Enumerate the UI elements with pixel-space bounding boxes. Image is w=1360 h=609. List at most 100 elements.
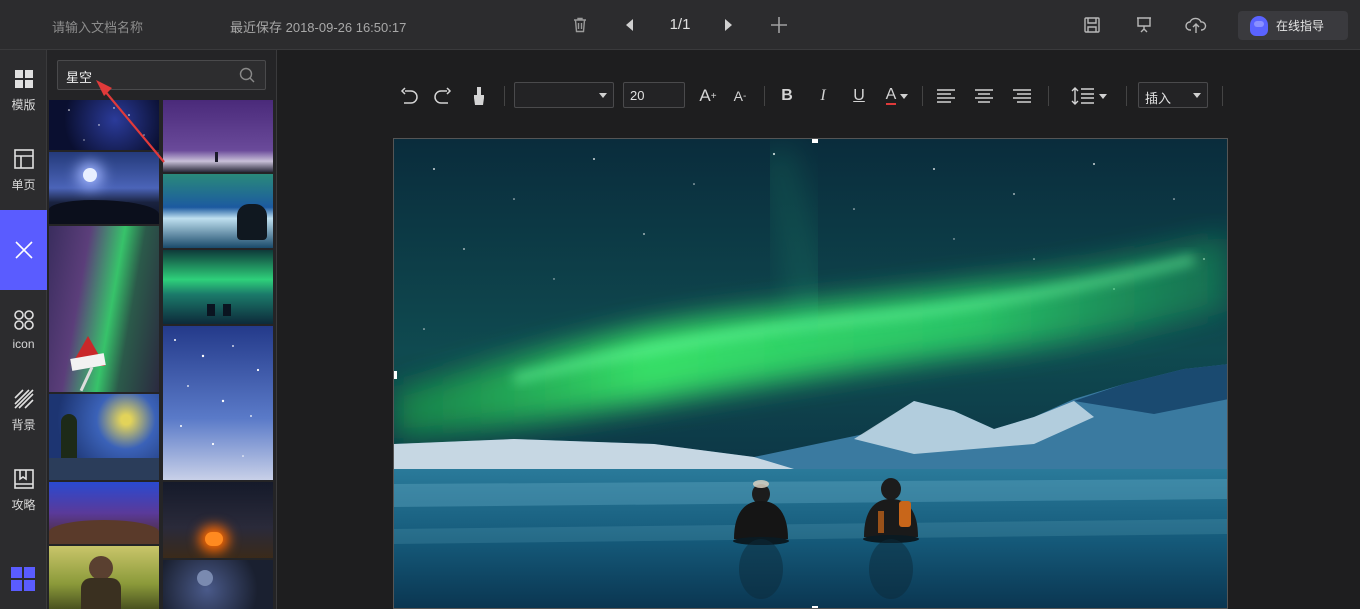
- rail-item-guide[interactable]: 攻略: [0, 450, 47, 530]
- rail-item-icon[interactable]: icon: [0, 290, 47, 370]
- triangle-left-icon: [626, 19, 633, 31]
- toolbar-separator: [922, 86, 923, 106]
- aurora-image[interactable]: [394, 139, 1228, 609]
- insert-label: 插入: [1145, 91, 1172, 106]
- plus-sup-icon: +: [710, 90, 717, 102]
- rail-label: 单页: [11, 177, 36, 192]
- toolbar-separator: [1048, 86, 1049, 106]
- online-help-button[interactable]: 在线指导: [1238, 11, 1348, 40]
- image-thumbnail[interactable]: [163, 482, 273, 558]
- page-canvas[interactable]: [393, 138, 1228, 609]
- font-size-input[interactable]: 20: [623, 82, 685, 108]
- italic-button[interactable]: I: [812, 84, 834, 108]
- close-icon: [14, 241, 33, 259]
- toolbar-separator: [764, 86, 765, 106]
- rail-item-close[interactable]: [0, 210, 47, 290]
- resize-handle[interactable]: [812, 139, 818, 143]
- image-thumbnail[interactable]: [163, 560, 273, 609]
- template-grid-icon: [14, 69, 33, 88]
- toolbar-separator: [1126, 86, 1127, 106]
- chevron-down-icon: [1099, 93, 1107, 99]
- present-button[interactable]: [1132, 13, 1156, 37]
- floppy-disk-icon: [1084, 17, 1100, 33]
- rail-item-template[interactable]: 模版: [0, 50, 47, 130]
- prev-page-button[interactable]: [618, 13, 642, 37]
- redo-button[interactable]: [432, 84, 454, 108]
- shrink-font-glyph: A: [733, 88, 743, 104]
- chevron-down-icon: [599, 93, 607, 98]
- icon-library-icon: [13, 310, 34, 330]
- search-icon[interactable]: [239, 67, 255, 83]
- toolbar-separator: [1222, 86, 1223, 106]
- last-saved-text: 最近保存 2018-09-26 16:50:17: [230, 20, 407, 35]
- triangle-right-icon: [725, 19, 732, 31]
- underline-button[interactable]: U: [848, 84, 870, 108]
- paint-brush-icon: [474, 87, 484, 105]
- image-search-panel: [47, 50, 277, 609]
- decrease-font-button[interactable]: A-: [728, 84, 752, 108]
- undo-button[interactable]: [398, 84, 420, 108]
- image-thumbnail[interactable]: [163, 326, 273, 480]
- single-page-icon: [13, 148, 34, 169]
- toolbar-separator: [504, 86, 505, 106]
- save-button[interactable]: [1080, 13, 1104, 37]
- image-thumbnail[interactable]: [49, 152, 159, 224]
- image-thumbnail[interactable]: [163, 174, 273, 248]
- image-thumbnail[interactable]: [49, 100, 159, 150]
- increase-font-button[interactable]: A +: [696, 84, 720, 108]
- align-right-button[interactable]: [1010, 84, 1034, 108]
- top-bar: 请输入文档名称 最近保存 2018-09-26 16:50:17 1/1 在线指…: [0, 0, 1360, 50]
- align-right-icon: [1013, 89, 1031, 103]
- grow-font-glyph: A: [699, 86, 711, 105]
- star-field: [68, 107, 145, 141]
- minus-sup-icon: -: [743, 90, 747, 102]
- image-thumbnail[interactable]: [49, 226, 159, 392]
- font-size-value: 20: [630, 88, 645, 103]
- rail-label: icon: [12, 337, 35, 351]
- trash-icon: [574, 17, 586, 33]
- left-rail: 模版 单页 icon 背景 攻略: [0, 50, 47, 609]
- align-left-icon: [937, 89, 955, 103]
- presentation-icon: [1137, 17, 1151, 33]
- rail-label: 模版: [11, 97, 36, 112]
- image-thumbnail[interactable]: [49, 394, 159, 480]
- align-center-button[interactable]: [972, 84, 996, 108]
- qq-penguin-icon: [1250, 15, 1268, 36]
- chevron-down-icon: [1193, 93, 1201, 98]
- cloud-upload-icon: [1185, 17, 1207, 33]
- next-page-button[interactable]: [716, 13, 740, 37]
- undo-icon: [400, 87, 418, 104]
- guide-book-icon: [13, 468, 34, 489]
- search-box: [57, 60, 266, 90]
- align-center-icon: [975, 89, 993, 103]
- font-family-select[interactable]: [514, 82, 614, 108]
- resize-handle[interactable]: [394, 371, 397, 379]
- add-page-button[interactable]: [767, 13, 791, 37]
- font-color-glyph: A: [885, 86, 897, 105]
- online-help-label: 在线指导: [1276, 19, 1325, 33]
- insert-dropdown[interactable]: 插入: [1138, 82, 1208, 108]
- plus-icon: [771, 17, 787, 33]
- font-color-button[interactable]: A: [882, 84, 912, 108]
- apps-grid-icon[interactable]: [11, 567, 35, 591]
- rail-label: 攻略: [11, 497, 36, 512]
- background-stripes-icon: [13, 388, 34, 409]
- chevron-down-icon: [900, 93, 909, 99]
- redo-icon: [434, 87, 452, 104]
- rail-label: 背景: [11, 417, 36, 432]
- rail-item-background[interactable]: 背景: [0, 370, 47, 450]
- document-name-input[interactable]: 请输入文档名称: [52, 17, 143, 36]
- align-left-button[interactable]: [934, 84, 958, 108]
- format-toolbar: 20 A + A- B I U A 插入: [398, 80, 1228, 112]
- rail-item-single-page[interactable]: 单页: [0, 130, 47, 210]
- image-thumbnail[interactable]: [163, 100, 273, 172]
- line-height-button[interactable]: [1068, 84, 1110, 108]
- format-painter-button[interactable]: [468, 84, 490, 108]
- delete-page-button[interactable]: [568, 13, 592, 37]
- image-thumbnail[interactable]: [163, 250, 273, 324]
- image-thumbnail[interactable]: [49, 482, 159, 544]
- image-thumbnail[interactable]: [49, 546, 159, 609]
- cloud-upload-button[interactable]: [1184, 13, 1208, 37]
- search-input[interactable]: [66, 67, 226, 85]
- bold-button[interactable]: B: [776, 84, 798, 108]
